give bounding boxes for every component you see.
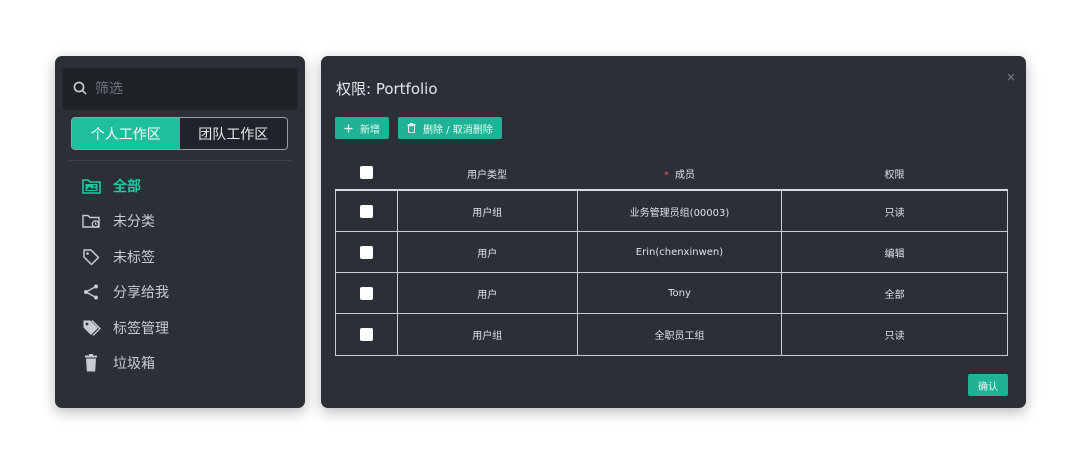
table-row: 用户组 业务管理员组(00003) 只读: [336, 191, 1007, 232]
tag-outline-icon: [80, 247, 102, 267]
cell-user-type: 用户组: [398, 314, 578, 355]
personal-workspace-tab[interactable]: 个人工作区: [72, 118, 180, 149]
row-select-cell: [336, 273, 398, 313]
filter-box: [63, 68, 297, 110]
sidebar-item-label: 未分类: [113, 214, 155, 231]
cell-member[interactable]: Erin(chenxinwen): [578, 232, 783, 272]
sidebar-item-label: 分享给我: [113, 285, 169, 302]
search-icon: [73, 80, 87, 99]
column-header-member-label: 成员: [675, 170, 695, 181]
sidebar-item-trash[interactable]: 垃圾箱: [80, 346, 290, 382]
filter-input[interactable]: [95, 81, 285, 97]
select-all-checkbox[interactable]: [359, 165, 373, 179]
add-button-label: 新增: [360, 124, 380, 136]
sidebar-item-untagged[interactable]: 未标签: [80, 239, 290, 275]
sidebar-item-label: 全部: [113, 178, 141, 195]
sidebar-item-all[interactable]: 全部: [80, 168, 290, 204]
sidebar-item-label: 垃圾箱: [113, 356, 155, 373]
tags-icon: [80, 318, 102, 338]
add-button[interactable]: 新增: [335, 117, 389, 139]
sidebar-item-uncategorized[interactable]: 未分类: [80, 204, 290, 240]
sidebar-panel: 个人工作区 团队工作区 全部 未分类 未标签 分享给我: [55, 56, 305, 408]
dialog-title: 权限: Portfolio: [336, 80, 438, 98]
select-all-cell: [335, 165, 397, 182]
table-row: 用户组 全职员工组 只读: [336, 314, 1007, 355]
table-body: 用户组 业务管理员组(00003) 只读 用户 Erin(chenxinwen)…: [335, 191, 1008, 356]
permission-dialog: 权限: Portfolio × 新增 删除 / 取消删除 用户类型 * 成员 权限…: [321, 56, 1026, 408]
row-checkbox[interactable]: [359, 328, 373, 341]
sidebar-item-label: 标签管理: [113, 320, 169, 337]
cell-user-type: 用户: [398, 232, 578, 272]
share-icon: [80, 282, 102, 302]
cell-user-type: 用户: [398, 273, 578, 313]
sidebar-item-shared-with-me[interactable]: 分享给我: [80, 275, 290, 311]
sidebar-nav: 全部 未分类 未标签 分享给我 标签管理 垃圾箱: [80, 168, 290, 381]
column-header-user-type: 用户类型: [467, 170, 507, 181]
trash-icon: [80, 353, 102, 373]
sidebar-item-tag-management[interactable]: 标签管理: [80, 310, 290, 346]
cell-permission[interactable]: 编辑: [782, 232, 1007, 272]
required-mark: *: [664, 170, 669, 181]
confirm-button[interactable]: 确认: [968, 374, 1008, 396]
row-select-cell: [336, 314, 398, 355]
column-header-permission: 权限: [884, 170, 905, 181]
cell-permission[interactable]: 只读: [782, 314, 1007, 355]
row-checkbox[interactable]: [359, 245, 373, 259]
table-row: 用户 Tony 全部: [336, 273, 1007, 314]
trash-icon: [407, 123, 416, 133]
delete-button[interactable]: 删除 / 取消删除: [398, 117, 502, 139]
sidebar-item-label: 未标签: [113, 249, 155, 266]
table-header: 用户类型 * 成员 权限: [335, 158, 1008, 191]
cell-member[interactable]: Tony: [578, 273, 783, 313]
row-checkbox[interactable]: [359, 204, 373, 218]
delete-button-label: 删除 / 取消删除: [423, 124, 493, 136]
row-select-cell: [336, 232, 398, 272]
image-folder-icon: [80, 176, 102, 196]
column-header-member: * 成员: [577, 166, 782, 181]
workspace-switch: 个人工作区 团队工作区: [71, 117, 288, 150]
cell-member[interactable]: 全职员工组: [578, 314, 783, 355]
cell-user-type: 用户组: [398, 191, 578, 231]
permission-table: 用户类型 * 成员 权限 用户组 业务管理员组(00003) 只读 用户 Erin…: [335, 158, 1008, 356]
cell-permission[interactable]: 全部: [782, 273, 1007, 313]
table-row: 用户 Erin(chenxinwen) 编辑: [336, 232, 1007, 273]
close-icon[interactable]: ×: [1006, 70, 1016, 84]
folder-clock-icon: [80, 211, 102, 231]
sidebar-divider: [67, 160, 293, 161]
plus-icon: [344, 124, 353, 133]
cell-permission[interactable]: 只读: [782, 191, 1007, 231]
cell-member[interactable]: 业务管理员组(00003): [578, 191, 783, 231]
team-workspace-tab[interactable]: 团队工作区: [179, 118, 287, 149]
row-checkbox[interactable]: [359, 286, 373, 300]
row-select-cell: [336, 191, 398, 231]
dialog-toolbar: 新增 删除 / 取消删除: [335, 117, 502, 139]
